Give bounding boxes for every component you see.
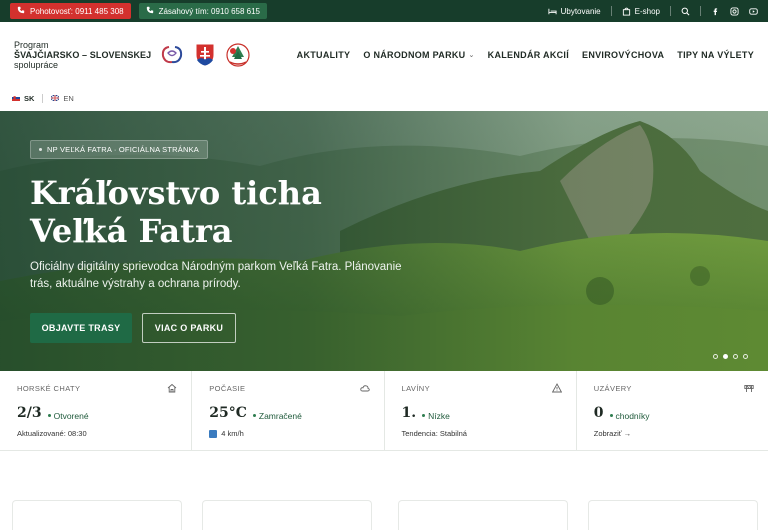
card-status: Zamračené: [258, 410, 302, 421]
card-status: Nízke: [428, 410, 450, 421]
bed-icon: [548, 7, 557, 16]
hero-badge-text: NP VEĽKÁ FATRA · OFICIÁLNA STRÁNKA: [47, 145, 199, 154]
language-sk-label: SK: [24, 93, 35, 103]
search-icon[interactable]: [681, 7, 690, 16]
show-closures-link[interactable]: Zobraziť →: [594, 429, 752, 438]
card-label: HORSKÉ CHATY: [17, 384, 81, 393]
nav-label: TIPY NA VÝLETY: [677, 50, 754, 60]
program-line-2: ŠVAJČIARSKO – SLOVENSKEJ: [14, 50, 152, 60]
status-dot-icon: [422, 414, 426, 417]
hero-banner: NP VEĽKÁ FATRA · OFICIÁLNA STRÁNKA Kráľo…: [0, 111, 768, 371]
chevron-down-icon: ⌄: [468, 52, 475, 59]
status-cards: HORSKÉ CHATY 2/3 Otvorené Aktualizované:…: [0, 371, 768, 451]
hero-badge: NP VEĽKÁ FATRA · OFICIÁLNA STRÁNKA: [30, 140, 208, 159]
card-weather[interactable]: POČASIE 25°C Zamračené 4 km/h: [192, 371, 385, 450]
card-status: chodníky: [615, 410, 650, 421]
card-label: POČASIE: [209, 384, 246, 393]
hero-title: Kráľovstvo ticha Veľká Fatra: [30, 174, 322, 250]
site-header: Program ŠVAJČIARSKO – SLOVENSKEJ spolupr…: [0, 22, 768, 88]
program-logo-text[interactable]: Program ŠVAJČIARSKO – SLOVENSKEJ spolupr…: [14, 40, 151, 70]
bag-icon: [622, 7, 631, 16]
nav-label: KALENDÁR AKCIÍ: [487, 50, 570, 60]
language-en-label: EN: [63, 93, 74, 103]
nav-label: AKTUALITY: [296, 50, 351, 60]
nav-item-trip-tips[interactable]: TIPY NA VÝLETY: [677, 50, 754, 60]
divider: [42, 93, 44, 103]
card-mountain-huts[interactable]: HORSKÉ CHATY 2/3 Otvorené Aktualizované:…: [0, 371, 193, 450]
nav-item-about-park[interactable]: O NÁRODNOM PARKU ⌄: [363, 50, 474, 60]
slide-dot[interactable]: [733, 354, 738, 359]
card-value: 2/3: [17, 405, 42, 421]
accommodation-label: Ubytovanie: [560, 6, 601, 16]
language-switcher: SK EN: [12, 91, 74, 105]
language-sk[interactable]: SK: [12, 94, 34, 103]
slovak-flag-icon: [12, 95, 20, 101]
card-label: LAVÍNY: [401, 384, 431, 393]
warning-icon: [551, 383, 562, 393]
nav-label: ENVIROVÝCHOVA: [582, 50, 665, 60]
card-footer: Aktualizované: 08:30: [17, 429, 87, 438]
hero-subtitle: Oficiálny digitálny sprievodca Národným …: [30, 261, 402, 290]
response-team-phone-label: Zásahový tím: 0910 658 615: [158, 6, 260, 16]
hero-title-line-1: Kráľovstvo ticha: [30, 174, 322, 212]
national-park-logo-icon: [226, 43, 250, 67]
uk-flag-icon: [51, 95, 60, 101]
divider: [700, 6, 701, 16]
divider: [670, 6, 671, 16]
slide-dot[interactable]: [743, 354, 748, 359]
status-dot-icon: [47, 414, 51, 417]
wind-icon: [209, 429, 218, 438]
accommodation-link[interactable]: Ubytovanie: [548, 7, 601, 16]
nav-item-calendar[interactable]: KALENDÁR AKCIÍ: [488, 50, 569, 60]
slide-dot-active[interactable]: [723, 354, 728, 359]
card-value: 1.: [401, 405, 417, 421]
emergency-phone-link[interactable]: Pohotovosť: 0911 485 308: [10, 3, 131, 19]
nav-label: O NÁRODNOM PARKU: [363, 50, 466, 60]
slider-pagination: [713, 354, 748, 359]
card-footer: 4 km/h: [221, 429, 244, 438]
nav-item-news[interactable]: AKTUALITY: [297, 50, 351, 60]
phone-icon: [17, 6, 25, 16]
card-value: 25°C: [209, 405, 247, 421]
slovak-coat-of-arms-icon: [195, 43, 215, 67]
card-footer: Tendencia: Stabilná: [401, 429, 467, 438]
main-navigation: AKTUALITY O NÁRODNOM PARKU ⌄ KALENDÁR AKC…: [297, 50, 754, 60]
eshop-label: E-shop: [634, 6, 660, 16]
program-line-3: spolupráce: [14, 60, 59, 70]
language-en[interactable]: EN: [51, 93, 74, 103]
content-card-peek: [12, 500, 182, 530]
barrier-icon: [744, 385, 754, 392]
divider: [610, 6, 612, 16]
eshop-link[interactable]: E-shop: [622, 7, 660, 16]
card-status: Otvorené: [53, 410, 89, 421]
content-card-peek: [588, 500, 758, 530]
card-label: UZÁVERY: [593, 384, 632, 393]
phone-icon: [146, 6, 154, 16]
top-utility-bar: Pohotovosť: 0911 485 308 Zásahový tím: 0…: [0, 0, 768, 22]
about-park-button[interactable]: VIAC O PARKU: [142, 313, 236, 343]
emergency-phone-label: Pohotovosť: 0911 485 308: [30, 6, 124, 16]
card-avalanches[interactable]: LAVÍNY 1. Nízke Tendencia: Stabilná: [385, 371, 577, 450]
cloud-icon: [359, 385, 370, 392]
home-icon: [167, 383, 177, 393]
hero-title-line-2: Veľká Fatra: [30, 212, 233, 250]
content-card-peek: [202, 500, 372, 530]
facebook-icon[interactable]: [711, 7, 720, 16]
nav-item-education[interactable]: ENVIROVÝCHOVA: [582, 50, 664, 60]
instagram-icon[interactable]: [730, 6, 739, 16]
status-dot-icon: [609, 414, 613, 417]
cooperation-logo-icon: [162, 46, 183, 64]
content-card-peek: [398, 500, 568, 530]
program-line-1: Program: [14, 40, 49, 50]
status-dot-icon: [252, 414, 256, 417]
youtube-icon[interactable]: [749, 7, 758, 16]
response-team-phone-link[interactable]: Zásahový tím: 0910 658 615: [138, 3, 267, 19]
slide-dot[interactable]: [713, 354, 718, 359]
bullet-icon: [39, 148, 42, 151]
explore-trails-button[interactable]: OBJAVTE TRASY: [30, 313, 132, 343]
card-value: 0: [593, 405, 604, 421]
card-closures[interactable]: UZÁVERY 0 chodníky Zobraziť →: [577, 371, 768, 450]
